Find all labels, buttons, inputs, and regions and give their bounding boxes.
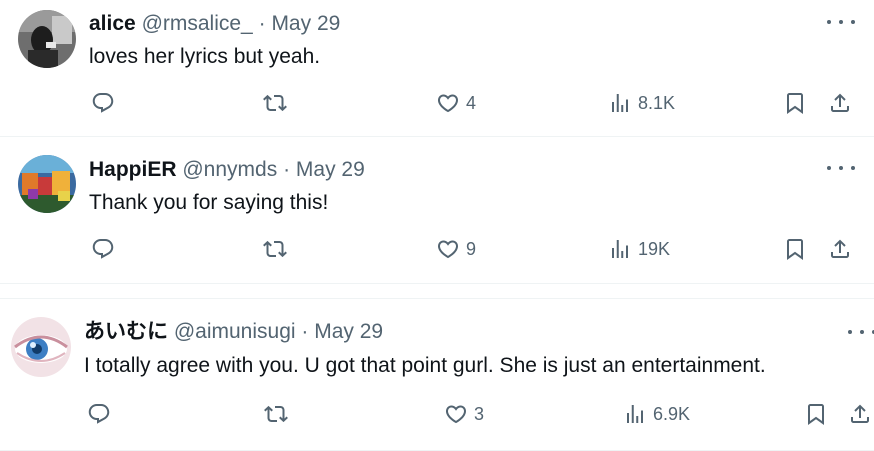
separator-dot: ·: [258, 12, 266, 35]
reply-icon: [87, 402, 111, 426]
reply-button[interactable]: [91, 91, 115, 115]
divider: [0, 284, 874, 299]
avatar[interactable]: [11, 317, 71, 377]
bookmark-icon: [783, 237, 807, 261]
more-icon[interactable]: [848, 326, 874, 338]
view-count: 19K: [638, 238, 671, 259]
timestamp[interactable]: May 29: [271, 12, 340, 35]
tweet-text: Thank you for saying this!: [89, 191, 329, 214]
more-icon[interactable]: [827, 16, 855, 28]
share-button[interactable]: [828, 91, 852, 115]
share-icon: [828, 237, 852, 261]
reply-button[interactable]: [91, 237, 115, 261]
like-button[interactable]: 4: [436, 91, 476, 115]
reply-icon: [91, 91, 115, 115]
views-button[interactable]: 8.1K: [608, 91, 675, 115]
display-name[interactable]: alice: [89, 12, 136, 35]
timestamp[interactable]: May 29: [296, 158, 365, 181]
bookmark-icon: [783, 91, 807, 115]
retweet-icon: [263, 91, 287, 115]
views-icon: [623, 402, 647, 426]
share-icon: [828, 91, 852, 115]
retweet-button[interactable]: [264, 402, 288, 426]
retweet-icon: [263, 237, 287, 261]
views-button[interactable]: 6.9K: [623, 402, 690, 426]
retweet-icon: [264, 402, 288, 426]
heart-icon: [436, 91, 460, 115]
views-icon: [608, 237, 632, 261]
bookmark-button[interactable]: [804, 402, 828, 426]
handle[interactable]: @rmsalice_: [142, 12, 253, 35]
reply-button[interactable]: [87, 402, 111, 426]
tweet[interactable]: HappiER @nnymds · May 29 Thank you for s…: [0, 137, 874, 284]
like-count: 3: [474, 403, 485, 424]
display-name[interactable]: あいむに: [84, 320, 168, 343]
views-button[interactable]: 19K: [608, 237, 670, 261]
retweet-button[interactable]: [263, 237, 287, 261]
like-count: 4: [466, 92, 477, 113]
more-icon[interactable]: [827, 162, 855, 174]
tweet-text: I totally agree with you. U got that poi…: [84, 354, 766, 377]
share-button[interactable]: [828, 237, 852, 261]
tweet-header: HappiER @nnymds · May 29: [89, 157, 365, 183]
tweet-text: loves her lyrics but yeah.: [89, 45, 321, 68]
reply-icon: [91, 237, 115, 261]
share-button[interactable]: [848, 402, 872, 426]
view-count: 6.9K: [653, 403, 691, 424]
display-name[interactable]: HappiER: [89, 158, 177, 181]
handle[interactable]: @aimunisugi: [174, 320, 296, 343]
handle[interactable]: @nnymds: [182, 158, 277, 181]
tweet[interactable]: alice @rmsalice_ · May 29 loves her lyri…: [0, 0, 874, 137]
heart-icon: [444, 402, 468, 426]
like-button[interactable]: 9: [436, 237, 476, 261]
bookmark-button[interactable]: [783, 91, 807, 115]
bookmark-icon: [804, 402, 828, 426]
like-button[interactable]: 3: [444, 402, 484, 426]
tweet[interactable]: あいむに @aimunisugi · May 29 I totally agre…: [0, 300, 874, 451]
views-icon: [608, 91, 632, 115]
avatar[interactable]: [18, 155, 76, 213]
retweet-button[interactable]: [263, 91, 287, 115]
view-count: 8.1K: [638, 92, 676, 113]
bookmark-button[interactable]: [783, 237, 807, 261]
share-icon: [848, 402, 872, 426]
separator-dot: ·: [283, 158, 291, 181]
tweet-header: alice @rmsalice_ · May 29: [89, 11, 340, 37]
avatar[interactable]: [18, 10, 76, 68]
separator-dot: ·: [301, 320, 309, 343]
heart-icon: [436, 237, 460, 261]
tweet-header: あいむに @aimunisugi · May 29: [84, 319, 383, 345]
timestamp[interactable]: May 29: [314, 320, 383, 343]
like-count: 9: [466, 238, 477, 259]
